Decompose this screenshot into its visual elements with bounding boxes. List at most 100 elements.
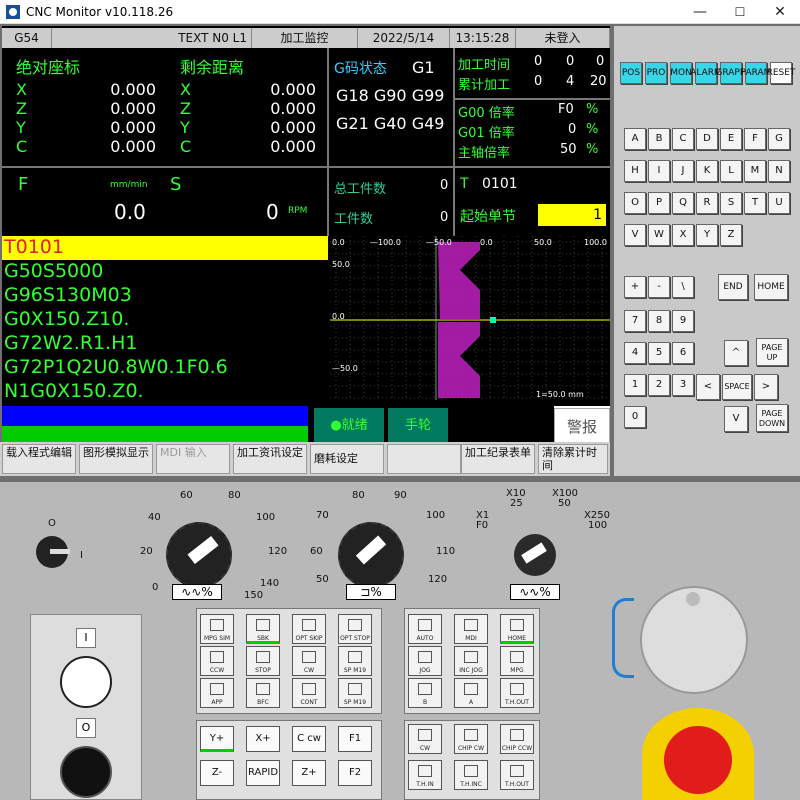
key-letter-r[interactable]: R bbox=[696, 192, 718, 214]
panel-button-chip-cw[interactable]: CHIP CW bbox=[454, 724, 488, 754]
key-letter-j[interactable]: J bbox=[672, 160, 694, 182]
panel-button-t-h-in[interactable]: T.H.IN bbox=[408, 760, 442, 790]
panel-button-opt-skip[interactable]: OPT SKIP bbox=[292, 614, 326, 644]
key-letter-x[interactable]: X bbox=[672, 224, 694, 246]
softkey-load-edit[interactable]: 载入程式编辑 bbox=[2, 444, 76, 474]
key-letter-g[interactable]: G bbox=[768, 128, 790, 150]
key-space[interactable]: SPACE bbox=[722, 374, 752, 400]
softkey-wear[interactable]: 磨耗设定 bbox=[310, 444, 384, 474]
key-letter-d[interactable]: D bbox=[696, 128, 718, 150]
panel-button-mdi[interactable]: MDI bbox=[454, 614, 488, 644]
key-letter-f[interactable]: F bbox=[744, 128, 766, 150]
key-letter-p[interactable]: P bbox=[648, 192, 670, 214]
power-off-button[interactable] bbox=[60, 746, 112, 798]
key-letter-e[interactable]: E bbox=[720, 128, 742, 150]
key-plus[interactable]: + bbox=[624, 276, 646, 298]
key-letter-z[interactable]: Z bbox=[720, 224, 742, 246]
key-right[interactable]: > bbox=[754, 374, 778, 400]
key-up[interactable]: ^ bbox=[724, 340, 748, 366]
key-page-down[interactable]: PAGE DOWN bbox=[756, 404, 788, 432]
axis-button-x-[interactable]: X+ bbox=[246, 726, 280, 752]
key-letter-u[interactable]: U bbox=[768, 192, 790, 214]
panel-button-cw[interactable]: CW bbox=[292, 646, 326, 676]
minimize-button[interactable]: — bbox=[680, 0, 720, 24]
key-letter-k[interactable]: K bbox=[696, 160, 718, 182]
panel-button-opt-stop[interactable]: OPT STOP bbox=[338, 614, 372, 644]
key-pro[interactable]: PRO bbox=[645, 62, 667, 84]
panel-button-cont[interactable]: CONT bbox=[292, 678, 326, 708]
softkey-record[interactable]: 加工纪录表单 bbox=[461, 444, 535, 474]
key-4[interactable]: 4 bbox=[624, 342, 646, 364]
softkey-graph-sim[interactable]: 图形模拟显示 bbox=[79, 444, 153, 474]
panel-button-mpg-sim[interactable]: MPG SIM bbox=[200, 614, 234, 644]
alarm-button[interactable]: 警报 bbox=[554, 408, 610, 446]
close-button[interactable]: ✕ bbox=[760, 0, 800, 24]
key-letter-h[interactable]: H bbox=[624, 160, 646, 182]
panel-button-home[interactable]: HOME bbox=[500, 614, 534, 644]
key-home[interactable]: HOME bbox=[754, 274, 788, 300]
panel-button-cw[interactable]: CW bbox=[408, 724, 442, 754]
key-letter-v[interactable]: V bbox=[624, 224, 646, 246]
axis-button-f1[interactable]: F1 bbox=[338, 726, 372, 752]
key-9[interactable]: 9 bbox=[672, 310, 694, 332]
login-label[interactable]: 未登入 bbox=[516, 28, 610, 48]
power-on-button[interactable] bbox=[60, 656, 112, 708]
panel-button-b[interactable]: B bbox=[408, 678, 442, 708]
key-graph[interactable]: GRAPH bbox=[715, 62, 747, 84]
panel-button-t-h-out[interactable]: T.H.OUT bbox=[500, 678, 534, 708]
key-letter-q[interactable]: Q bbox=[672, 192, 694, 214]
panel-button-app[interactable]: APP bbox=[200, 678, 234, 708]
panel-button-jog[interactable]: JOG bbox=[408, 646, 442, 676]
panel-button-sp-m19[interactable]: SP M19 bbox=[338, 678, 372, 708]
key-letter-s[interactable]: S bbox=[720, 192, 742, 214]
maximize-button[interactable]: ☐ bbox=[720, 0, 760, 24]
panel-button-sp-m19[interactable]: SP M19 bbox=[338, 646, 372, 676]
key-left[interactable]: < bbox=[696, 374, 720, 400]
softkey-mdi[interactable]: MDI 输入 bbox=[156, 444, 230, 474]
key-page-up[interactable]: PAGE UP bbox=[756, 338, 788, 366]
panel-button-bfc[interactable]: BFC bbox=[246, 678, 280, 708]
key-end[interactable]: END bbox=[718, 274, 748, 300]
key-1[interactable]: 1 bbox=[624, 374, 646, 396]
key-letter-t[interactable]: T bbox=[744, 192, 766, 214]
key-backslash[interactable]: \ bbox=[672, 276, 694, 298]
axis-button-y-[interactable]: Y+ bbox=[200, 726, 234, 752]
key-7[interactable]: 7 bbox=[624, 310, 646, 332]
key-letter-b[interactable]: B bbox=[648, 128, 670, 150]
key-letter-m[interactable]: M bbox=[744, 160, 766, 182]
start-block-input[interactable]: 1 bbox=[538, 204, 606, 226]
key-5[interactable]: 5 bbox=[648, 342, 670, 364]
key-param[interactable]: PARAM bbox=[741, 62, 771, 84]
key-mon[interactable]: MON bbox=[670, 62, 692, 84]
softkey-machining-info[interactable]: 加工资讯设定 bbox=[233, 444, 307, 474]
key-reset[interactable]: RESET bbox=[767, 62, 795, 84]
softkey-blank[interactable] bbox=[387, 444, 461, 474]
axis-button-z-[interactable]: Z+ bbox=[292, 760, 326, 786]
key-letter-o[interactable]: O bbox=[624, 192, 646, 214]
key-letter-w[interactable]: W bbox=[648, 224, 670, 246]
key-letter-n[interactable]: N bbox=[768, 160, 790, 182]
program-listing[interactable]: T0101 G50S5000 G96S130M03 G0X150.Z10. G7… bbox=[2, 236, 328, 400]
toolpath-graph[interactable]: 0.0 —100.0 —50.0 0.0 50.0 100.0 50.0 0.0… bbox=[330, 236, 610, 400]
panel-button-inc-jog[interactable]: INC JOG bbox=[454, 646, 488, 676]
key-alarm[interactable]: ALARM bbox=[690, 62, 722, 84]
panel-button-t-h-out[interactable]: T.H.OUT bbox=[500, 760, 534, 790]
key-letter-a[interactable]: A bbox=[624, 128, 646, 150]
key-0[interactable]: 0 bbox=[624, 406, 646, 428]
emergency-stop-button[interactable] bbox=[664, 726, 732, 794]
axis-button-f2[interactable]: F2 bbox=[338, 760, 372, 786]
axis-button-rapid[interactable]: RAPID bbox=[246, 760, 280, 786]
key-3[interactable]: 3 bbox=[672, 374, 694, 396]
key-minus[interactable]: - bbox=[648, 276, 670, 298]
panel-button-a[interactable]: A bbox=[454, 678, 488, 708]
key-letter-i[interactable]: I bbox=[648, 160, 670, 182]
panel-button-mpg[interactable]: MPG bbox=[500, 646, 534, 676]
axis-button-z-[interactable]: Z- bbox=[200, 760, 234, 786]
panel-button-ccw[interactable]: CCW bbox=[200, 646, 234, 676]
panel-button-chip-ccw[interactable]: CHIP CCW bbox=[500, 724, 534, 754]
key-letter-l[interactable]: L bbox=[720, 160, 742, 182]
key-letter-c[interactable]: C bbox=[672, 128, 694, 150]
key-letter-y[interactable]: Y bbox=[696, 224, 718, 246]
panel-button-stop[interactable]: STOP bbox=[246, 646, 280, 676]
panel-button-auto[interactable]: AUTO bbox=[408, 614, 442, 644]
